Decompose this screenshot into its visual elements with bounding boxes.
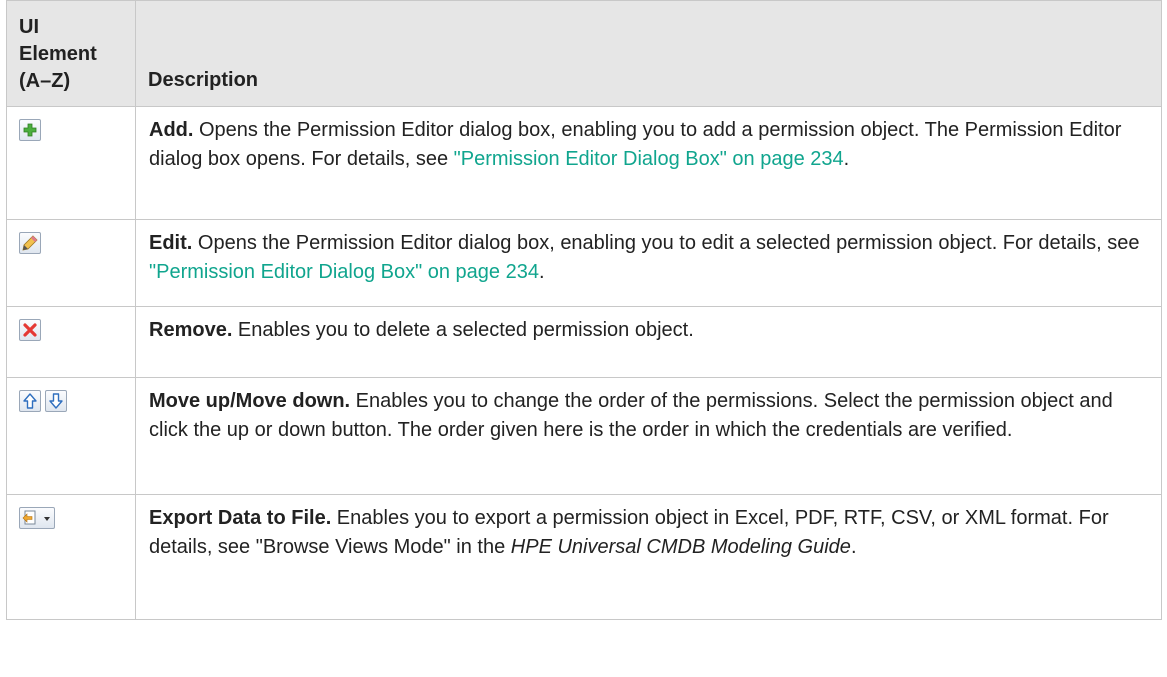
element-title: Edit.	[149, 232, 193, 254]
export-data-icon	[19, 507, 55, 529]
ui-elements-table: UI Element (A–Z) Description Add. Opens …	[6, 0, 1162, 620]
description-text: Enables you to delete a selected permiss…	[232, 319, 694, 341]
add-icon	[19, 119, 41, 141]
header-line: UI	[19, 16, 39, 38]
description-cell: Remove. Enables you to delete a selected…	[135, 306, 1162, 378]
icon-cell	[6, 106, 136, 220]
header-line: Element	[19, 43, 97, 65]
description-text: Opens the Permission Editor dialog box, …	[192, 232, 1140, 254]
icon-cell	[6, 306, 136, 378]
description-text: .	[850, 536, 857, 558]
description-text: .	[843, 148, 850, 170]
description-cell: Move up/Move down. Enables you to change…	[135, 377, 1162, 495]
description-text: .	[538, 261, 545, 283]
table-row: Export Data to File. Enables you to expo…	[6, 494, 1162, 620]
icon-cell	[6, 494, 136, 620]
move-down-icon	[45, 390, 67, 412]
cross-reference-link[interactable]: "Permission Editor Dialog Box" on page 2…	[454, 148, 844, 170]
icon-cell	[6, 219, 136, 307]
description-cell: Export Data to File. Enables you to expo…	[135, 494, 1162, 620]
element-title: Export Data to File.	[149, 507, 332, 529]
description-cell: Edit. Opens the Permission Editor dialog…	[135, 219, 1162, 307]
remove-x-icon	[19, 319, 41, 341]
table-row: Remove. Enables you to delete a selected…	[6, 306, 1162, 378]
table-header-row: UI Element (A–Z) Description	[6, 0, 1162, 107]
edit-pencil-icon	[19, 232, 41, 254]
table-row: Edit. Opens the Permission Editor dialog…	[6, 219, 1162, 307]
move-up-icon	[19, 390, 41, 412]
guide-title: HPE Universal CMDB Modeling Guide	[510, 536, 851, 558]
description-column-header: Description	[135, 0, 1162, 107]
table-row: Move up/Move down. Enables you to change…	[6, 377, 1162, 495]
icon-cell	[6, 377, 136, 495]
element-title: Move up/Move down.	[149, 390, 351, 412]
table-row: Add. Opens the Permission Editor dialog …	[6, 106, 1162, 220]
header-line: (A–Z)	[19, 70, 71, 92]
element-title: Remove.	[149, 319, 233, 341]
description-cell: Add. Opens the Permission Editor dialog …	[135, 106, 1162, 220]
cross-reference-link[interactable]: "Permission Editor Dialog Box" on page 2…	[149, 261, 539, 283]
ui-element-column-header: UI Element (A–Z)	[6, 0, 136, 107]
element-title: Add.	[149, 119, 194, 141]
